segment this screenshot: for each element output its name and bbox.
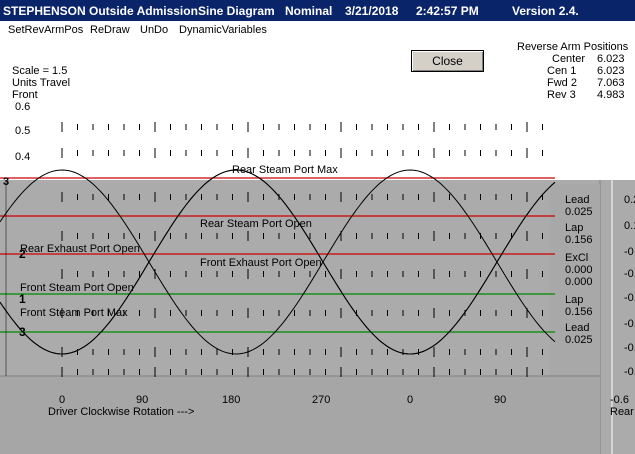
- right-value: 0.156: [565, 234, 593, 246]
- right-value: 0.025: [565, 206, 593, 218]
- sine-diagram: [0, 122, 635, 454]
- right-value: 0.025: [565, 334, 593, 346]
- x-tick-label: 0: [407, 394, 414, 406]
- right-value-label: Lead: [565, 322, 590, 334]
- right-panel-value: -0.: [624, 268, 635, 280]
- right-panel-value: -0.: [624, 318, 635, 330]
- right-panel-value: -0.: [624, 366, 635, 378]
- right-panel-value: 0.2: [624, 194, 635, 206]
- x-tick-label: 270: [312, 394, 331, 406]
- right-value-label: ExCl: [565, 252, 589, 264]
- right-panel-bottom: -0.6: [610, 394, 629, 406]
- right-value-label: Lap: [565, 294, 584, 306]
- curve-label: 2: [19, 247, 26, 261]
- curve-label: 1: [19, 292, 26, 306]
- x-tick-label: 90: [494, 394, 507, 406]
- right-value: 0.000: [565, 276, 593, 288]
- right-value-label: Lead: [565, 194, 590, 206]
- right-panel-value: -0.: [624, 292, 635, 304]
- front-steam-port-max-label: Front Steam Port Max: [20, 307, 128, 319]
- right-panel-bottom2: Rear: [610, 406, 634, 418]
- right-value: 0.000: [565, 264, 593, 276]
- right-value: 0.156: [565, 306, 593, 318]
- front-steam-port-open-label: Front Steam Port Open: [20, 282, 134, 294]
- x-tick-label: 0: [59, 394, 66, 406]
- rear-exhaust-port-open-label: Rear Exhaust Port Open: [20, 243, 140, 255]
- curve-label: 3: [19, 325, 26, 339]
- x-tick-label: 180: [222, 394, 241, 406]
- marker-label: 3: [3, 176, 10, 188]
- right-panel-value: -0: [624, 246, 634, 258]
- right-panel-value: -0.: [624, 342, 635, 354]
- rear-steam-port-max-label: Rear Steam Port Max: [232, 164, 338, 176]
- front-exhaust-port-open-label: Front Exhaust Port Open: [200, 257, 322, 269]
- rear-steam-port-open-label: Rear Steam Port Open: [200, 218, 312, 230]
- x-tick-label: 90: [136, 394, 149, 406]
- right-panel-value: 0.1: [624, 220, 635, 232]
- x-axis-label: Driver Clockwise Rotation --->: [48, 406, 195, 418]
- right-value-label: Lap: [565, 222, 584, 234]
